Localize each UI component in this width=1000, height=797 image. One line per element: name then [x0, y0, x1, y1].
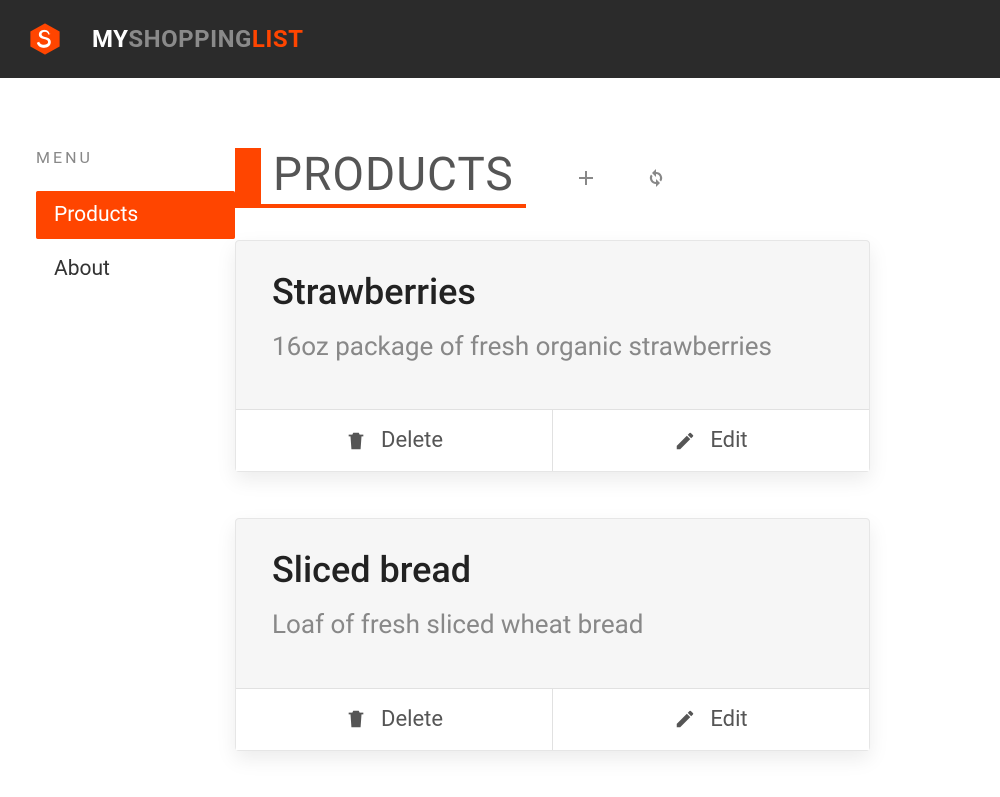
edit-button[interactable]: Edit — [552, 410, 869, 471]
app-header: MYSHOPPINGLIST — [0, 0, 1000, 78]
delete-button[interactable]: Delete — [236, 410, 552, 471]
product-name: Strawberries — [272, 271, 833, 313]
title-accent — [235, 148, 261, 208]
product-card-body: Strawberries 16oz package of fresh organ… — [236, 241, 869, 409]
title-actions — [574, 166, 668, 190]
plus-icon — [574, 166, 598, 190]
edit-button[interactable]: Edit — [552, 689, 869, 750]
product-card-body: Sliced bread Loaf of fresh sliced wheat … — [236, 519, 869, 687]
edit-label: Edit — [710, 428, 747, 453]
sidebar-item-products[interactable]: Products — [36, 191, 235, 239]
product-card: Sliced bread Loaf of fresh sliced wheat … — [235, 518, 870, 750]
delete-button[interactable]: Delete — [236, 689, 552, 750]
edit-label: Edit — [710, 707, 747, 732]
refresh-button[interactable] — [644, 166, 668, 190]
title-block: PRODUCTS — [235, 148, 526, 208]
product-description: Loaf of fresh sliced wheat bread — [272, 605, 833, 645]
add-product-button[interactable] — [574, 166, 598, 190]
refresh-icon — [644, 166, 668, 190]
edit-icon — [674, 430, 696, 452]
sidebar-item-label: Products — [54, 203, 138, 227]
product-card: Strawberries 16oz package of fresh organ… — [235, 240, 870, 472]
sidebar-item-about[interactable]: About — [36, 245, 235, 293]
product-description: 16oz package of fresh organic strawberri… — [272, 327, 833, 367]
page-title: PRODUCTS — [261, 148, 526, 208]
sidebar: MENU Products About — [0, 148, 235, 797]
product-name: Sliced bread — [272, 549, 833, 591]
delete-label: Delete — [381, 707, 443, 732]
app-logo — [28, 22, 62, 56]
trash-icon — [345, 430, 367, 452]
trash-icon — [345, 708, 367, 730]
title-row: PRODUCTS — [235, 148, 870, 208]
product-card-actions: Delete Edit — [236, 688, 869, 750]
sidebar-item-label: About — [54, 257, 110, 281]
product-card-actions: Delete Edit — [236, 409, 869, 471]
brand-title: MYSHOPPINGLIST — [92, 25, 304, 53]
edit-icon — [674, 708, 696, 730]
delete-label: Delete — [381, 428, 443, 453]
main-content: PRODUCTS Strawberries 16oz package of fr… — [235, 148, 1000, 797]
menu-heading: MENU — [36, 148, 235, 167]
